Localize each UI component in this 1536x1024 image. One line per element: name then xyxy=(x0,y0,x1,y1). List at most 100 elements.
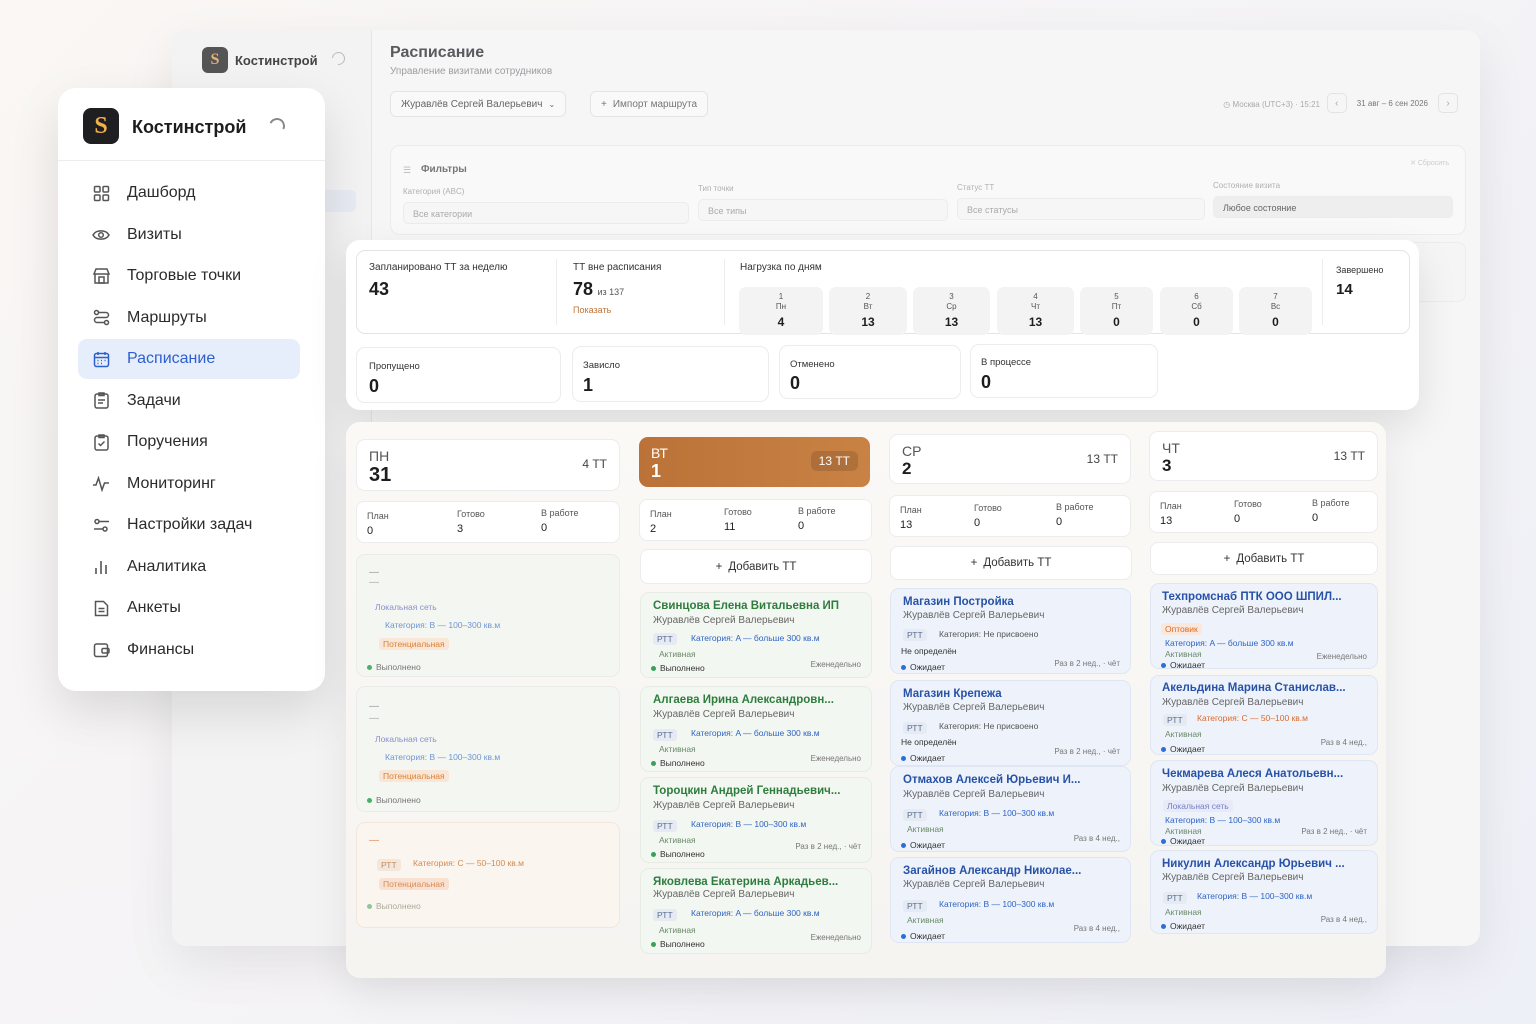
sidebar-item-finance[interactable]: Финансы xyxy=(78,630,300,670)
card-status: Ожидает xyxy=(1161,660,1206,669)
card-frequency: Раз в 2 нед., · чёт xyxy=(1054,659,1120,668)
sidebar-item-label: Финансы xyxy=(127,640,195,658)
day-name: Пн xyxy=(775,302,787,311)
filter-status-select[interactable]: Все статусы xyxy=(957,198,1205,220)
sidebar-item-monitoring[interactable]: Мониторинг xyxy=(78,464,300,504)
tag-network: Локальная сеть xyxy=(375,602,437,612)
sidebar-item-visits[interactable]: Визиты xyxy=(78,215,300,255)
card-status: Ожидает xyxy=(1161,921,1205,931)
sidebar-item-questionnaires[interactable]: Анкеты xyxy=(78,588,300,628)
sidebar-item-dashboard[interactable]: Дашборд xyxy=(78,173,300,213)
tag-category: Категория: B — 100–300 кв.м xyxy=(1197,891,1313,901)
import-route-button[interactable]: + Импорт маршрута xyxy=(590,91,709,117)
sidebar-item-stores[interactable]: Торговые точки xyxy=(78,256,300,296)
add-store-button-wed[interactable]: + Добавить ТТ xyxy=(890,546,1132,580)
clipboard-icon xyxy=(92,392,110,410)
visit-card[interactable]: Яковлева Екатерина Аркадьев... Журавлёв … xyxy=(640,868,872,954)
stat-missed: Пропущено 0 xyxy=(356,347,561,403)
plan-label: План xyxy=(367,511,389,521)
day-load-thu[interactable]: 4 Чт 13 xyxy=(997,287,1074,335)
work-label: В работе xyxy=(541,508,579,518)
day-value: 4 xyxy=(777,315,785,329)
sidebar-item-tasks[interactable]: Задачи xyxy=(78,381,300,421)
stat-stuck: Зависло 1 xyxy=(572,346,769,402)
sidebar-item-routes[interactable]: Маршруты xyxy=(78,298,300,338)
day-name: СР xyxy=(902,443,922,459)
visit-card[interactable]: Техпромснаб ПТК ООО ШПИЛ... Журавлёв Сер… xyxy=(1150,583,1378,669)
sidebar-item-schedule[interactable]: Расписание xyxy=(78,339,300,379)
status-dot-icon xyxy=(901,755,906,761)
card-status: Ожидает xyxy=(901,662,945,672)
theme-toggle-moon-icon[interactable] xyxy=(266,115,288,137)
day-date: 3 xyxy=(1162,456,1172,475)
sidebar-item-assignments[interactable]: Поручения xyxy=(78,422,300,462)
tag-active: Активная xyxy=(1165,649,1202,659)
plan-value: 2 xyxy=(650,523,657,535)
card-status-text: Ожидает xyxy=(910,753,946,763)
tag-category: Категория: B — 100–300 кв.м xyxy=(385,752,501,762)
card-title: Отмахов Алексей Юрьевич И... xyxy=(903,774,1081,786)
status-dot-icon xyxy=(1161,746,1166,752)
day-progress-wed: План 13 Готово 0 В работе 0 xyxy=(889,495,1131,537)
add-store-label: Добавить ТТ xyxy=(728,560,797,573)
day-load-mon[interactable]: 1 Пн 4 xyxy=(739,287,823,335)
stat-cancelled: Отменено 0 xyxy=(779,345,961,399)
add-store-button-tue[interactable]: + Добавить ТТ xyxy=(640,549,872,584)
visit-card[interactable]: Чекмарева Алеся Анатольевн... Журавлёв С… xyxy=(1150,760,1378,846)
visit-card[interactable]: Свинцова Елена Витальевна ИП Журавлёв Се… xyxy=(640,592,872,678)
card-status: Выполнено xyxy=(367,662,421,672)
next-week-button[interactable]: › xyxy=(1438,93,1458,113)
reset-filters-button[interactable]: ✕ Сбросить xyxy=(1410,159,1449,167)
stat-outside: ТТ вне расписания 78 из 137 Показать xyxy=(573,262,661,315)
visit-card[interactable]: Отмахов Алексей Юрьевич И... Журавлёв Се… xyxy=(890,766,1131,852)
show-outside-link[interactable]: Показать xyxy=(573,305,661,315)
day-header-thu: ЧТ 3 13 ТТ xyxy=(1149,431,1378,481)
card-status-text: Ожидает xyxy=(1170,921,1206,931)
add-store-button-thu[interactable]: + Добавить ТТ xyxy=(1150,542,1378,575)
card-status-text: Ожидает xyxy=(1170,660,1206,669)
visit-card[interactable]: — РТТ Категория: C — 50–100 кв.м Потенци… xyxy=(356,822,620,928)
day-name: Вс xyxy=(1270,302,1281,311)
day-load-tue[interactable]: 2 Вт 13 xyxy=(829,287,907,335)
filter-visit-state-select[interactable]: Любое состояние xyxy=(1213,196,1453,218)
filter-category-select[interactable]: Все категории xyxy=(403,202,689,224)
visit-card[interactable]: Тороцкин Андрей Геннадьевич... Журавлёв … xyxy=(640,777,872,863)
bg-sidebar-active xyxy=(322,190,356,212)
filter-icon: ☰ xyxy=(403,165,412,175)
employee-select[interactable]: Журавлёв Сергей Валерьевич ⌄ xyxy=(390,91,567,117)
sidebar-item-analytics[interactable]: Аналитика xyxy=(78,547,300,587)
bg-moon-icon[interactable] xyxy=(329,49,348,68)
day-header-mon: ПН 31 4 ТТ xyxy=(356,439,620,491)
card-employee: Журавлёв Сергей Валерьевич xyxy=(1162,872,1304,883)
tag-active: Активная xyxy=(1165,907,1202,917)
day-count: 13 ТТ xyxy=(1333,449,1365,463)
status-dot-icon xyxy=(901,842,906,848)
day-load-fri[interactable]: 5 Пт 0 xyxy=(1080,287,1153,335)
visit-card[interactable]: — — Локальная сеть Категория: B — 100–30… xyxy=(356,554,620,677)
visit-card[interactable]: Магазин Постройка Журавлёв Сергей Валерь… xyxy=(890,588,1131,674)
filter-category: Категория (ABC) Все категории xyxy=(403,187,689,224)
sidebar-item-task-settings[interactable]: Настройки задач xyxy=(78,505,300,545)
visit-card[interactable]: Акельдина Марина Станислав... Журавлёв С… xyxy=(1150,675,1378,755)
visit-card[interactable]: Магазин Крепежа Журавлёв Сергей Валерьев… xyxy=(890,680,1131,766)
tag-active: Активная xyxy=(907,824,944,834)
plus-icon: + xyxy=(601,98,607,110)
day-load-wed[interactable]: 3 Ср 13 xyxy=(913,287,990,335)
sidebar-item-label: Визиты xyxy=(127,225,182,243)
stat-in-progress-label: В процессе xyxy=(981,357,1032,368)
filter-type-select[interactable]: Все типы xyxy=(698,199,948,221)
day-load-sat[interactable]: 6 Сб 0 xyxy=(1160,287,1233,335)
prev-week-button[interactable]: ‹ xyxy=(1326,93,1347,113)
day-date: 2 xyxy=(902,459,912,478)
visit-card[interactable]: Загайнов Александр Николае... Журавлёв С… xyxy=(890,857,1131,943)
ready-value: 11 xyxy=(724,521,736,533)
visit-card[interactable]: — — Локальная сеть Категория: B — 100–30… xyxy=(356,686,620,812)
card-status-text: Выполнено xyxy=(660,849,705,859)
day-load-sun[interactable]: 7 Вс 0 xyxy=(1239,287,1312,335)
visit-card[interactable]: Никулин Александр Юрьевич ... Журавлёв С… xyxy=(1150,850,1378,934)
plus-icon: + xyxy=(970,557,978,569)
stat-done-value: 14 xyxy=(1336,281,1353,298)
tag-category: Категория: Не присвоено xyxy=(939,629,1039,639)
ready-label: Готово xyxy=(457,509,485,519)
visit-card[interactable]: Алгаева Ирина Александровн... Журавлёв С… xyxy=(640,686,872,772)
